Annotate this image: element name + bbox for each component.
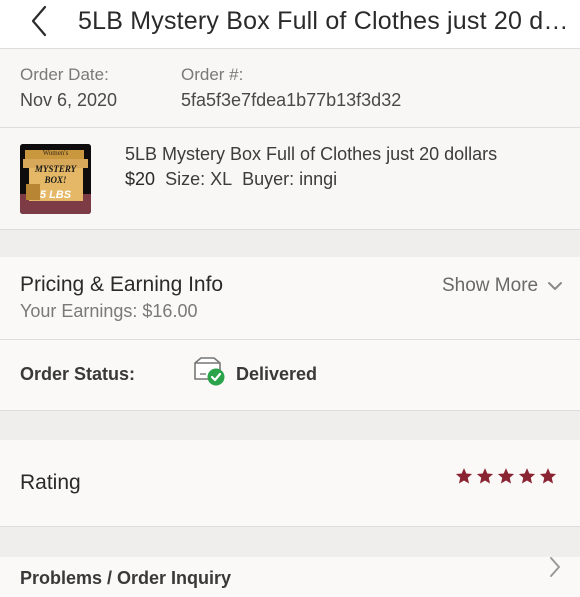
rating-section: Rating [0, 440, 580, 527]
back-button[interactable] [26, 4, 56, 38]
product-row[interactable]: Women's MYSTERY BOX! 5 LBS 5LB Mystery B… [0, 128, 580, 230]
order-status-section: Order Status: Delivered [0, 340, 580, 411]
product-title[interactable]: 5LB Mystery Box Full of Clothes just 20 … [125, 144, 497, 165]
thumb-text-mystery: MYSTERY [34, 164, 77, 174]
product-details: $20 Size: XL Buyer: inngi [125, 169, 337, 190]
star-icon [497, 468, 515, 484]
earnings-text: Your Earnings: $16.00 [20, 301, 198, 321]
order-info: Order Date: Nov 6, 2020 Order #: 5fa5f3e… [0, 49, 580, 128]
order-number-value: 5fa5f3e7fdea1b77b13f3d32 [181, 90, 402, 110]
star-icon [455, 468, 473, 484]
rating-label: Rating [20, 471, 81, 494]
order-status-label: Order Status: [20, 364, 136, 384]
product-thumbnail[interactable]: Women's MYSTERY BOX! 5 LBS [20, 144, 91, 214]
box-delivered-check-icon [194, 357, 225, 386]
order-number-label: Order #: [181, 65, 244, 84]
order-date-label: Order Date: [20, 65, 109, 84]
star-icon [539, 468, 557, 484]
order-status-value: Delivered [236, 364, 318, 384]
product-price: $20 [125, 169, 156, 189]
show-more-link[interactable]: Show More [442, 275, 538, 297]
order-date-value: Nov 6, 2020 [20, 90, 118, 110]
star-icon [518, 468, 536, 484]
product-buyer: Buyer: inngi [242, 169, 338, 189]
section-spacer [0, 230, 580, 257]
page-title: 5LB Mystery Box Full of Clothes just 20 … [78, 7, 573, 35]
thumb-text-box: BOX! [44, 175, 67, 185]
rating-stars [455, 467, 565, 487]
chevron-down-icon[interactable] [546, 279, 564, 293]
problems-label[interactable]: Problems / Order Inquiry [20, 568, 231, 589]
product-size: Size: XL [165, 169, 233, 189]
chevron-right-icon[interactable] [548, 555, 562, 579]
thumb-text-5lbs: 5 LBS [39, 189, 72, 201]
pricing-title: Pricing & Earning Info [20, 273, 224, 296]
section-spacer [0, 411, 580, 440]
pricing-section[interactable]: Pricing & Earning Info Your Earnings: $1… [0, 257, 580, 340]
thumb-text-womens: Women's [42, 149, 69, 157]
section-spacer [0, 527, 580, 557]
star-icon [476, 468, 494, 484]
problems-row[interactable]: Problems / Order Inquiry [0, 557, 580, 597]
chevron-left-icon[interactable] [26, 4, 56, 38]
top-nav-bar: 5LB Mystery Box Full of Clothes just 20 … [0, 0, 580, 49]
